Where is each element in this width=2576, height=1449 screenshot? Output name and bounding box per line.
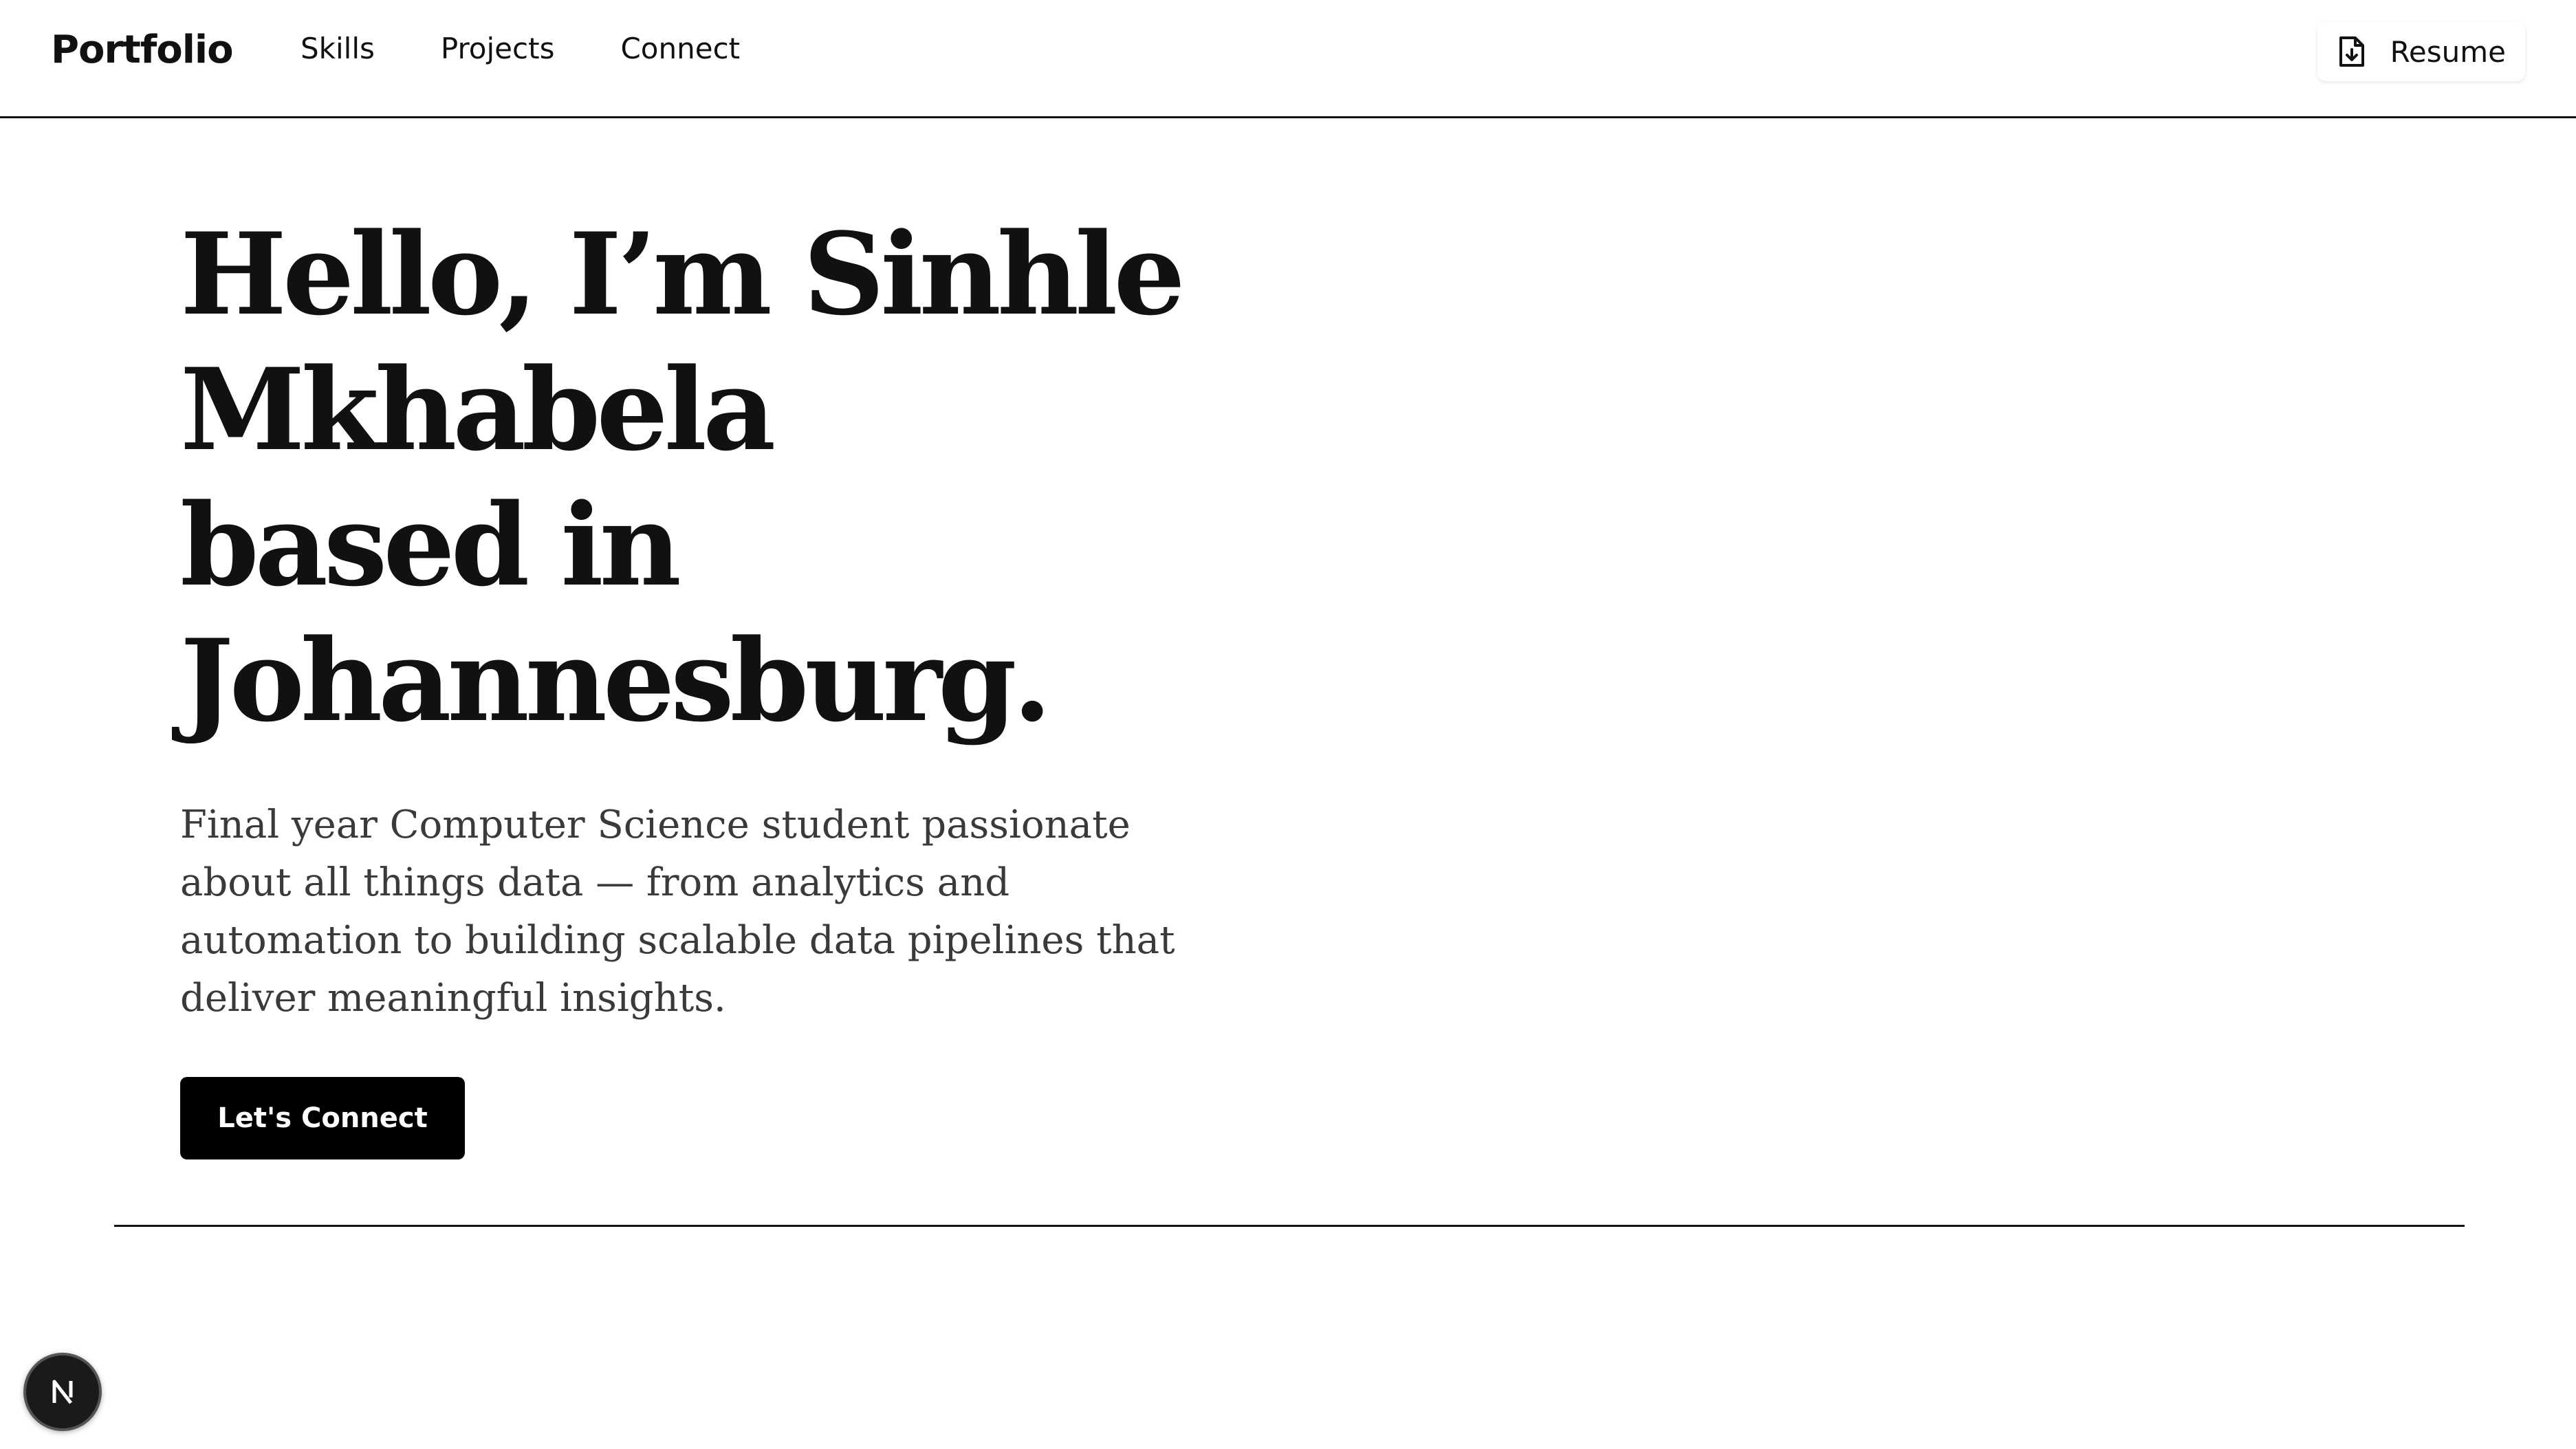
- nextjs-logo-icon: [52, 1380, 73, 1404]
- lets-connect-button[interactable]: Let's Connect: [180, 1077, 465, 1159]
- nav-link-connect[interactable]: Connect: [620, 32, 740, 65]
- nav-link-skills[interactable]: Skills: [301, 32, 375, 65]
- brand-logo[interactable]: Portfolio: [51, 28, 234, 72]
- nav-link-projects[interactable]: Projects: [441, 32, 555, 65]
- hero-title-line: Johannesburg.: [180, 614, 1052, 747]
- top-navigation: Portfolio Skills Projects Connect Resume: [0, 0, 2576, 118]
- hero-title-line: based in: [180, 479, 681, 611]
- nav-links: Skills Projects Connect: [301, 32, 740, 65]
- file-download-icon: [2338, 35, 2366, 68]
- hero-section: Hello, I’m Sinhle Mkhabela based in Joha…: [180, 206, 1280, 1027]
- hero-title: Hello, I’m Sinhle Mkhabela based in Joha…: [180, 206, 1280, 748]
- hero-description: Final year Computer Science student pass…: [180, 803, 1175, 1021]
- hero-title-line: Mkhabela: [180, 343, 776, 476]
- resume-button[interactable]: Resume: [2317, 22, 2525, 81]
- nextjs-dev-badge[interactable]: [23, 1353, 102, 1431]
- hero-title-line: Hello, I’m Sinhle: [180, 208, 1186, 340]
- section-divider: [114, 1225, 2465, 1227]
- resume-label: Resume: [2390, 34, 2506, 69]
